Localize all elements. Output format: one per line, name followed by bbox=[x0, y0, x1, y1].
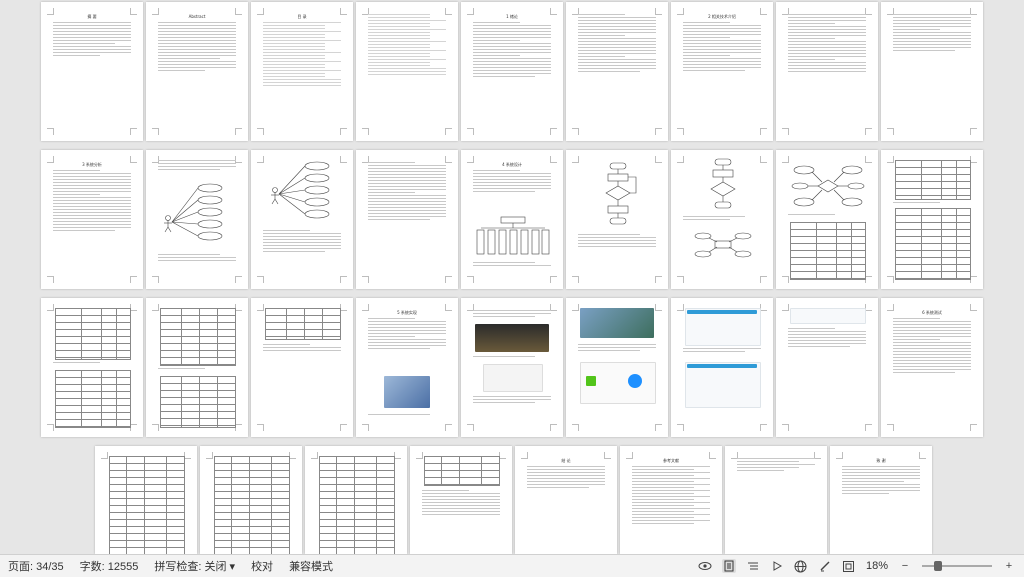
page-title: 6 系统测试 bbox=[922, 310, 942, 315]
page-thumbnail[interactable] bbox=[881, 2, 983, 141]
page-thumbnail[interactable]: 3 系统分析 bbox=[41, 150, 143, 289]
screenshot-figure bbox=[586, 376, 596, 386]
data-table bbox=[109, 456, 185, 554]
zoom-in-icon[interactable]: + bbox=[1002, 559, 1016, 573]
page-title: 结 论 bbox=[561, 458, 571, 463]
module-structure-diagram bbox=[476, 216, 550, 255]
word-count[interactable]: 字数: 12555 bbox=[72, 558, 147, 574]
page-thumbnail[interactable] bbox=[251, 298, 353, 437]
screenshot-figure bbox=[483, 364, 543, 392]
play-icon[interactable] bbox=[770, 559, 784, 573]
page-thumbnail[interactable] bbox=[566, 2, 668, 141]
flowchart bbox=[710, 158, 736, 209]
page-thumbnail[interactable] bbox=[146, 150, 248, 289]
page-title: 2 相关技术介绍 bbox=[708, 14, 736, 19]
flowchart bbox=[605, 162, 637, 225]
page-title: 致 谢 bbox=[876, 458, 886, 463]
write-view-icon[interactable] bbox=[818, 559, 832, 573]
page-thumbnail[interactable] bbox=[776, 150, 878, 289]
screenshot-figure bbox=[580, 308, 654, 338]
page-thumbnail[interactable]: 目 录 bbox=[251, 2, 353, 141]
data-table bbox=[160, 376, 236, 428]
data-table bbox=[160, 308, 236, 366]
page-thumbnail[interactable] bbox=[356, 2, 458, 141]
screenshot-figure bbox=[687, 364, 757, 368]
spell-check-toggle[interactable]: 拼写检查: 关闭 ▾ bbox=[146, 558, 243, 574]
page-thumbnail[interactable] bbox=[776, 2, 878, 141]
data-table bbox=[55, 370, 131, 428]
spell-check-label: 拼写检查: 关闭 bbox=[154, 561, 227, 573]
data-table bbox=[895, 160, 971, 200]
proofread-button[interactable]: 校对 bbox=[243, 558, 281, 574]
page-thumbnail[interactable] bbox=[251, 150, 353, 289]
data-table bbox=[790, 222, 866, 280]
page-thumbnail[interactable]: 1 绪论 bbox=[461, 2, 563, 141]
page-thumbnail[interactable] bbox=[671, 298, 773, 437]
page-thumbnail[interactable] bbox=[566, 298, 668, 437]
data-table bbox=[265, 308, 341, 340]
use-case-diagram bbox=[164, 183, 223, 241]
er-diagram bbox=[694, 232, 752, 258]
eye-protection-icon[interactable] bbox=[698, 559, 712, 573]
page-thumbnail[interactable]: 结 论 bbox=[515, 446, 617, 554]
page-thumbnail[interactable]: 4 系统设计 bbox=[461, 150, 563, 289]
page-title: 3 系统分析 bbox=[82, 162, 102, 167]
data-table bbox=[424, 456, 500, 486]
zoom-level[interactable]: 18% bbox=[866, 560, 888, 572]
page-thumbnail[interactable] bbox=[200, 446, 302, 554]
screenshot-figure bbox=[687, 310, 757, 314]
page-thumbnail[interactable] bbox=[461, 298, 563, 437]
page-thumbnail[interactable] bbox=[881, 150, 983, 289]
web-view-icon[interactable] bbox=[794, 559, 808, 573]
page-title: Abstract bbox=[188, 14, 206, 19]
screenshot-figure bbox=[384, 376, 430, 408]
page-thumbnail[interactable] bbox=[356, 150, 458, 289]
page-indicator[interactable]: 页面: 34/35 bbox=[0, 558, 72, 574]
page-title: 4 系统设计 bbox=[502, 162, 522, 167]
page-title: 目 录 bbox=[297, 14, 307, 19]
screenshot-figure bbox=[685, 362, 761, 408]
page-thumbnail-current[interactable]: 参考文献 bbox=[620, 446, 722, 554]
zoom-out-icon[interactable]: − bbox=[898, 559, 912, 573]
page-title: 1 绪论 bbox=[506, 14, 518, 19]
page-title: 参考文献 bbox=[663, 458, 679, 463]
page-thumbnail[interactable]: 致 谢 bbox=[830, 446, 932, 554]
page-thumbnail[interactable] bbox=[410, 446, 512, 554]
page-thumbnail[interactable] bbox=[95, 446, 197, 554]
page-thumbnail[interactable]: 5 系统实现 bbox=[356, 298, 458, 437]
page-thumbnail[interactable]: 摘 要 bbox=[41, 2, 143, 141]
page-thumbnail[interactable]: 2 相关技术介绍 bbox=[671, 2, 773, 141]
page-title: 摘 要 bbox=[87, 14, 97, 19]
screenshot-figure bbox=[475, 324, 549, 352]
page-thumbnail[interactable] bbox=[146, 298, 248, 437]
page-thumbnail[interactable] bbox=[566, 150, 668, 289]
page-thumbnail[interactable]: 6 系统测试 bbox=[881, 298, 983, 437]
chevron-down-icon: ▾ bbox=[229, 561, 236, 573]
compat-mode-label: 兼容模式 bbox=[289, 561, 334, 573]
page-thumbnail[interactable]: Abstract bbox=[146, 2, 248, 141]
outline-view-icon[interactable] bbox=[746, 559, 760, 573]
page-thumbnail[interactable] bbox=[41, 298, 143, 437]
page-thumbnail[interactable] bbox=[725, 446, 827, 554]
data-table bbox=[55, 308, 131, 360]
zoom-slider[interactable] bbox=[922, 561, 992, 571]
screenshot-figure bbox=[790, 308, 866, 324]
document-canvas[interactable]: 摘 要 Abstract 目 录 1 绪论 2 相关技术介绍 3 系统分析 4 … bbox=[0, 0, 1024, 554]
page-title: 5 系统实现 bbox=[397, 310, 417, 315]
page-thumbnail[interactable] bbox=[305, 446, 407, 554]
er-diagram bbox=[791, 165, 865, 207]
page-view-icon[interactable] bbox=[721, 559, 736, 573]
data-table bbox=[214, 456, 290, 554]
zoom-slider-handle[interactable] bbox=[934, 561, 943, 571]
fit-page-icon[interactable] bbox=[842, 559, 856, 573]
use-case-diagram bbox=[271, 161, 330, 219]
page-thumbnail[interactable] bbox=[776, 298, 878, 437]
data-table bbox=[319, 456, 395, 554]
status-bar: 页面: 34/35 字数: 12555 拼写检查: 关闭 ▾ 校对 兼容模式 1… bbox=[0, 554, 1024, 577]
page-thumbnail[interactable] bbox=[671, 150, 773, 289]
screenshot-figure bbox=[628, 374, 642, 388]
data-table bbox=[895, 208, 971, 280]
